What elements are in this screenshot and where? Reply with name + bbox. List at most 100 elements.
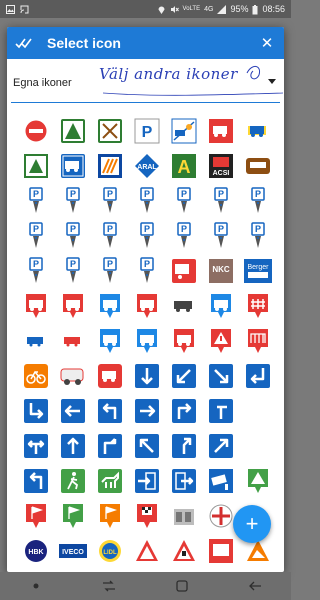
blue-arrow-turn-icon[interactable] xyxy=(239,358,276,393)
arrow-return-icon[interactable] xyxy=(17,463,54,498)
parking-pin-2-icon[interactable]: P xyxy=(54,183,91,218)
red-motorhome-marker-2-icon[interactable] xyxy=(54,288,91,323)
arrow-up-icon[interactable] xyxy=(54,428,91,463)
blue-door-in-icon[interactable] xyxy=(128,463,165,498)
parking-p-icon[interactable]: P xyxy=(128,113,165,148)
arrow-up-right-icon[interactable] xyxy=(165,428,202,463)
parking-pin-10-icon[interactable]: P xyxy=(91,218,128,253)
yellow-motorhome-icon[interactable] xyxy=(239,113,276,148)
blue-motorhome-sign-icon[interactable] xyxy=(54,148,91,183)
green-a-icon[interactable]: A xyxy=(165,148,202,183)
parking-pin-11-icon[interactable]: P xyxy=(128,218,165,253)
green-shelter-icon[interactable] xyxy=(239,463,276,498)
empty-cell xyxy=(239,428,276,463)
blue-motorhome-marker-icon[interactable] xyxy=(202,288,239,323)
parking-pin-8-icon[interactable]: P xyxy=(17,218,54,253)
svg-text:P: P xyxy=(141,124,152,141)
arrow-split-icon[interactable] xyxy=(17,428,54,463)
nkc-sign-icon[interactable]: NKC xyxy=(202,253,239,288)
red-motorhome-marker-1-icon[interactable] xyxy=(17,288,54,323)
tiny-blue-icon[interactable] xyxy=(17,323,54,358)
parking-pin-15-icon[interactable]: P xyxy=(17,253,54,288)
tiny-red-icon[interactable] xyxy=(54,323,91,358)
arrow-up-turn-icon[interactable] xyxy=(91,428,128,463)
small-motorhome-icon[interactable] xyxy=(165,288,202,323)
blue-door-out-icon[interactable] xyxy=(165,463,202,498)
parking-pin-16-icon[interactable]: P xyxy=(54,253,91,288)
camping-tent-icon[interactable] xyxy=(54,113,91,148)
blue-motorhome-marker-3-icon[interactable] xyxy=(128,323,165,358)
hbk-logo-icon[interactable]: HBK xyxy=(17,533,54,568)
parking-pin-6-icon[interactable]: P xyxy=(202,183,239,218)
arrow-down-right-turn-icon[interactable] xyxy=(17,393,54,428)
add-icon-button[interactable]: + xyxy=(233,505,271,543)
red-motorhome-marker-4-icon[interactable] xyxy=(128,288,165,323)
aral-diamond-icon[interactable]: ARAL xyxy=(128,148,165,183)
green-flag-icon[interactable] xyxy=(54,498,91,533)
parking-pin-4-icon[interactable]: P xyxy=(128,183,165,218)
container-icon[interactable] xyxy=(165,498,202,533)
back-icon[interactable] xyxy=(240,576,270,596)
orange-flag-icon[interactable] xyxy=(91,498,128,533)
berger-sign-icon[interactable]: Berger xyxy=(239,253,276,288)
no-entry-icon[interactable] xyxy=(17,113,54,148)
acsi-red-icon[interactable]: ACSI xyxy=(202,148,239,183)
green-tent-sign-icon[interactable] xyxy=(17,148,54,183)
blue-arrow-turn-2-icon[interactable] xyxy=(202,393,239,428)
dropdown-caret-icon xyxy=(268,79,276,84)
green-walker-icon[interactable] xyxy=(54,463,91,498)
blue-arrow-down-right-icon[interactable] xyxy=(202,358,239,393)
red-triangle-icon[interactable] xyxy=(128,533,165,568)
svg-text:HBK: HBK xyxy=(28,549,43,556)
red-motorhome-marker-5-icon[interactable] xyxy=(165,323,202,358)
motorhome-white-icon[interactable] xyxy=(54,358,91,393)
double-check-icon[interactable] xyxy=(15,36,33,50)
home-icon[interactable] xyxy=(167,576,197,596)
red-warning-marker-icon[interactable] xyxy=(202,323,239,358)
blue-arrow-down-icon[interactable] xyxy=(128,358,165,393)
red-gate-marker-icon[interactable] xyxy=(239,323,276,358)
dot-icon[interactable] xyxy=(21,576,51,596)
parking-pin-12-icon[interactable]: P xyxy=(165,218,202,253)
green-horse-icon[interactable] xyxy=(91,463,128,498)
brown-sign-icon[interactable] xyxy=(239,148,276,183)
red-motorhome-marker-3-icon[interactable] xyxy=(91,288,128,323)
arrow-up-right-diag-icon[interactable] xyxy=(202,428,239,463)
icon-set-dropdown[interactable]: Välj andra ikoner Egna ikoner xyxy=(11,59,284,103)
service-caravan-icon[interactable] xyxy=(165,113,202,148)
svg-text:P: P xyxy=(180,189,186,199)
parking-pin-3-icon[interactable]: P xyxy=(91,183,128,218)
bus-stop-icon[interactable] xyxy=(202,533,239,568)
camera-icon[interactable] xyxy=(202,463,239,498)
red-fence-marker-icon[interactable] xyxy=(239,288,276,323)
parking-pin-1-icon[interactable]: P xyxy=(17,183,54,218)
red-checker-icon[interactable] xyxy=(128,498,165,533)
iveco-logo-icon[interactable]: IVECO xyxy=(54,533,91,568)
parking-pin-7-icon[interactable]: P xyxy=(239,183,276,218)
parking-pin-14-icon[interactable]: P xyxy=(239,218,276,253)
red-flag-icon[interactable] xyxy=(17,498,54,533)
parking-pin-5-icon[interactable]: P xyxy=(165,183,202,218)
parking-pin-13-icon[interactable]: P xyxy=(202,218,239,253)
picnic-cross-icon[interactable] xyxy=(91,113,128,148)
lidl-logo-icon[interactable]: LIDL xyxy=(91,533,128,568)
parking-pin-18-icon[interactable]: P xyxy=(128,253,165,288)
red-motorhome-icon[interactable] xyxy=(202,113,239,148)
arrow-left-icon[interactable] xyxy=(54,393,91,428)
parking-pin-9-icon[interactable]: P xyxy=(54,218,91,253)
gallery-icon xyxy=(6,4,15,14)
blue-motorhome-marker-2-icon[interactable] xyxy=(91,323,128,358)
orange-bike-icon[interactable] xyxy=(17,358,54,393)
arrow-right-icon[interactable] xyxy=(128,393,165,428)
arrow-right-turn-icon[interactable] xyxy=(165,393,202,428)
arrow-up-left-diag-icon[interactable] xyxy=(128,428,165,463)
red-triangle-2-icon[interactable] xyxy=(165,533,202,568)
blue-aldi-icon[interactable] xyxy=(91,148,128,183)
red-caravan-sign-icon[interactable] xyxy=(165,253,202,288)
arrow-up-left-icon[interactable] xyxy=(91,393,128,428)
close-icon[interactable]: ✕ xyxy=(258,34,276,52)
blue-arrow-down-left-icon[interactable] xyxy=(165,358,202,393)
recent-apps-icon[interactable] xyxy=(94,576,124,596)
parking-pin-17-icon[interactable]: P xyxy=(91,253,128,288)
red-motorhome-white-icon[interactable] xyxy=(91,358,128,393)
